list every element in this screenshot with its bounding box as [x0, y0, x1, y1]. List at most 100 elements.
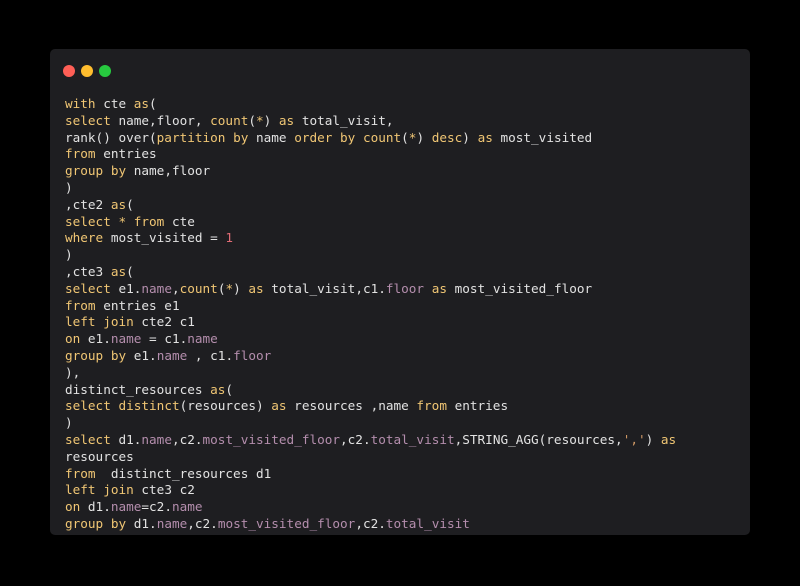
code-token: order — [294, 129, 333, 145]
code-token: e1. — [126, 347, 157, 363]
code-line: ) — [65, 415, 740, 432]
code-line: from distinct_resources d1 — [65, 466, 740, 483]
code-token: select — [65, 112, 111, 128]
code-token: as — [278, 112, 295, 128]
code-token: e1. — [80, 331, 111, 347]
close-dot-icon[interactable] — [63, 65, 75, 77]
code-token: most_visited — [492, 129, 593, 145]
code-token: name — [110, 499, 142, 515]
code-token: as — [133, 96, 150, 111]
code-token: name,floor, — [110, 112, 211, 128]
code-token: by — [110, 515, 127, 531]
code-token: ) — [263, 112, 279, 128]
code-line: ) — [65, 180, 740, 197]
code-token: ) — [416, 129, 432, 145]
code-token: select — [65, 213, 111, 229]
code-token: by — [233, 129, 249, 145]
code-token: ,cte3 — [65, 263, 111, 279]
code-line: ) — [65, 247, 740, 264]
code-token: on — [65, 331, 81, 347]
window-controls — [63, 65, 111, 77]
code-line: left join cte2 c1 — [65, 314, 740, 331]
code-line: resources — [65, 449, 740, 466]
code-token: distinct — [118, 398, 180, 414]
minimize-dot-icon[interactable] — [81, 65, 93, 77]
code-token: group — [65, 163, 104, 179]
code-token: name — [171, 499, 203, 515]
code-token: (resources) — [179, 398, 272, 414]
code-token: most_visited_floor — [217, 515, 356, 531]
code-token: = c1. — [141, 331, 188, 347]
code-token: ( — [401, 129, 409, 145]
code-line: select d1.name,c2.most_visited_floor,c2.… — [65, 432, 740, 449]
code-token: ( — [126, 263, 134, 279]
code-token: from — [65, 297, 96, 313]
code-token: as — [431, 280, 447, 296]
code-token: distinct_resources — [65, 381, 211, 397]
code-token: join — [103, 314, 134, 330]
code-token: from — [65, 146, 96, 162]
code-token: name — [187, 331, 218, 347]
code-line: on e1.name = c1.name — [65, 331, 740, 348]
code-line: ,cte3 as( — [65, 264, 740, 281]
code-token: * — [256, 112, 264, 128]
code-token: from — [133, 213, 165, 229]
code-token: ), — [65, 364, 81, 380]
code-token: * — [118, 213, 127, 229]
code-token: name — [141, 431, 172, 447]
code-token: , — [171, 280, 180, 296]
code-token: by — [110, 347, 127, 363]
code-token: total_visit — [385, 515, 470, 531]
code-token: resources — [65, 448, 134, 464]
code-token: name — [156, 515, 188, 531]
code-token: select — [65, 431, 111, 447]
code-token: as — [210, 381, 226, 397]
code-token: by — [110, 163, 127, 179]
code-token: on — [65, 499, 81, 515]
code-token: from — [416, 398, 447, 414]
code-window: with cte as(select name,floor, count(*) … — [50, 49, 750, 535]
code-token: total_visit — [370, 431, 455, 447]
code-token: floor — [385, 280, 425, 296]
code-line: select distinct(resources) as resources … — [65, 398, 740, 415]
code-token: count — [210, 112, 249, 128]
code-line: where most_visited = 1 — [65, 230, 740, 247]
code-token: ( — [248, 112, 256, 128]
code-token: ) — [645, 431, 661, 447]
code-token: floor — [233, 347, 272, 363]
code-token: name — [248, 129, 295, 145]
code-token: total_visit, — [294, 112, 394, 128]
code-token: as — [110, 263, 127, 279]
code-line: ,cte2 as( — [65, 197, 740, 214]
code-token: d1. — [126, 515, 157, 531]
code-token: ,c2. — [171, 431, 203, 447]
code-token: e1. — [110, 280, 142, 296]
code-line: from entries e1 — [65, 298, 740, 315]
code-line: group by d1.name,c2.most_visited_floor,c… — [65, 516, 740, 533]
code-token: join — [103, 482, 134, 498]
code-token: rank() over( — [65, 129, 157, 145]
code-token: count — [179, 280, 218, 296]
code-token: ( — [149, 96, 157, 111]
code-token: partition — [156, 129, 226, 145]
code-token: as — [248, 280, 264, 296]
code-token: name — [141, 280, 172, 296]
zoom-dot-icon[interactable] — [99, 65, 111, 77]
code-token: cte2 c1 — [133, 314, 195, 330]
code-token: ,cte2 — [65, 196, 111, 212]
code-token: ) — [65, 247, 73, 263]
code-token: from — [65, 465, 96, 481]
screenshot-frame: with cte as(select name,floor, count(*) … — [0, 0, 800, 586]
code-token: resources ,name — [286, 398, 417, 414]
code-line: on d1.name=c2.name — [65, 499, 740, 516]
sql-code-block: with cte as(select name,floor, count(*) … — [65, 96, 740, 533]
code-line: left join cte3 c2 — [65, 482, 740, 499]
code-token: d1. — [80, 499, 111, 515]
